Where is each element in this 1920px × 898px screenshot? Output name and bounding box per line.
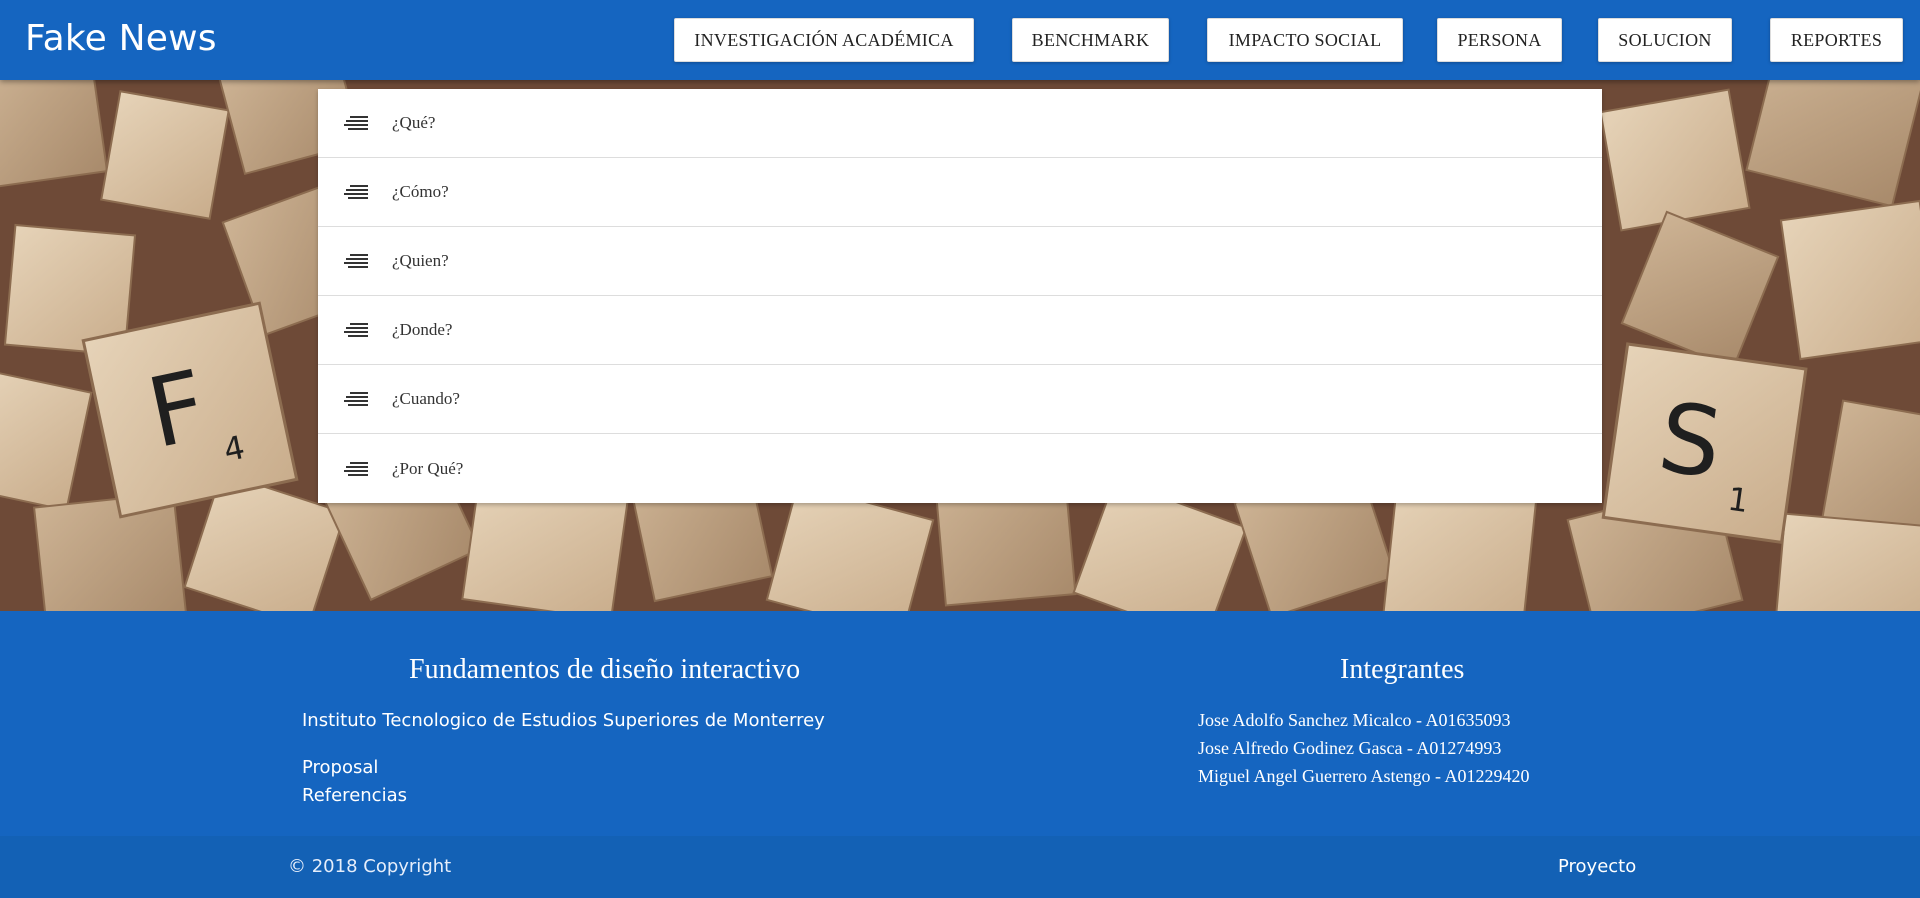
nav-investigacion-academica[interactable]: INVESTIGACIÓN ACADÉMICA <box>674 18 974 62</box>
nav-persona[interactable]: PERSONA <box>1437 18 1562 62</box>
short-text-icon <box>344 184 368 200</box>
collapsible-item-que[interactable]: ¿Qué? <box>318 89 1602 158</box>
footer-right-title: Integrantes <box>1340 654 1465 685</box>
brand-logo[interactable]: Fake News <box>25 18 217 59</box>
footer-link-proposal[interactable]: Proposal <box>302 757 378 778</box>
nav-benchmark[interactable]: BENCHMARK <box>1012 18 1169 62</box>
short-text-icon <box>344 253 368 269</box>
copyright-link-proyecto[interactable]: Proyecto <box>1558 856 1636 877</box>
copyright-text: © 2018 Copyright <box>288 856 452 877</box>
short-text-icon <box>344 322 368 338</box>
footer-member: Miguel Angel Guerrero Astengo - A0122942… <box>1198 766 1530 786</box>
footer-left-title: Fundamentos de diseño interactivo <box>409 654 801 685</box>
collapsible-label: ¿Cómo? <box>392 182 449 201</box>
collapsible-label: ¿Por Qué? <box>392 458 464 478</box>
nav-impacto-social[interactable]: IMPACTO SOCIAL <box>1207 18 1403 62</box>
collapsible-item-donde[interactable]: ¿Donde? <box>318 296 1602 365</box>
page-footer: Fundamentos de diseño interactivo Instit… <box>0 611 1920 836</box>
tile-f: F 4 <box>81 301 299 519</box>
collapsible-label: ¿Quien? <box>392 251 449 270</box>
copyright-bar: © 2018 Copyright Proyecto <box>0 836 1920 898</box>
collapsible-item-quien[interactable]: ¿Quien? <box>318 227 1602 296</box>
footer-member: Jose Alfredo Godinez Gasca - A01274993 <box>1198 738 1502 758</box>
footer-institution: Instituto Tecnologico de Estudios Superi… <box>302 710 825 731</box>
collapsible-label: ¿Qué? <box>392 113 436 132</box>
footer-member: Jose Adolfo Sanchez Micalco - A01635093 <box>1198 710 1511 730</box>
short-text-icon <box>344 115 368 131</box>
collapsible-item-como[interactable]: ¿Cómo? <box>318 158 1602 227</box>
footer-link-referencias[interactable]: Referencias <box>302 785 407 806</box>
collapsible-item-cuando[interactable]: ¿Cuando? <box>318 365 1602 434</box>
short-text-icon <box>344 391 368 407</box>
collapsible-label: ¿Cuando? <box>392 389 460 408</box>
nav-solucion[interactable]: SOLUCION <box>1598 18 1732 62</box>
navbar: Fake News INVESTIGACIÓN ACADÉMICA BENCHM… <box>0 0 1920 80</box>
tile-s: S 1 <box>1601 342 1808 545</box>
collapsible-label: ¿Donde? <box>392 320 453 339</box>
questions-collapsible: ¿Qué? ¿Cómo? ¿Quien? ¿Donde? ¿Cuando? ¿P… <box>318 89 1602 503</box>
nav-reportes[interactable]: REPORTES <box>1770 18 1903 62</box>
collapsible-item-por-que[interactable]: ¿Por Qué? <box>318 434 1602 503</box>
short-text-icon <box>344 461 368 477</box>
